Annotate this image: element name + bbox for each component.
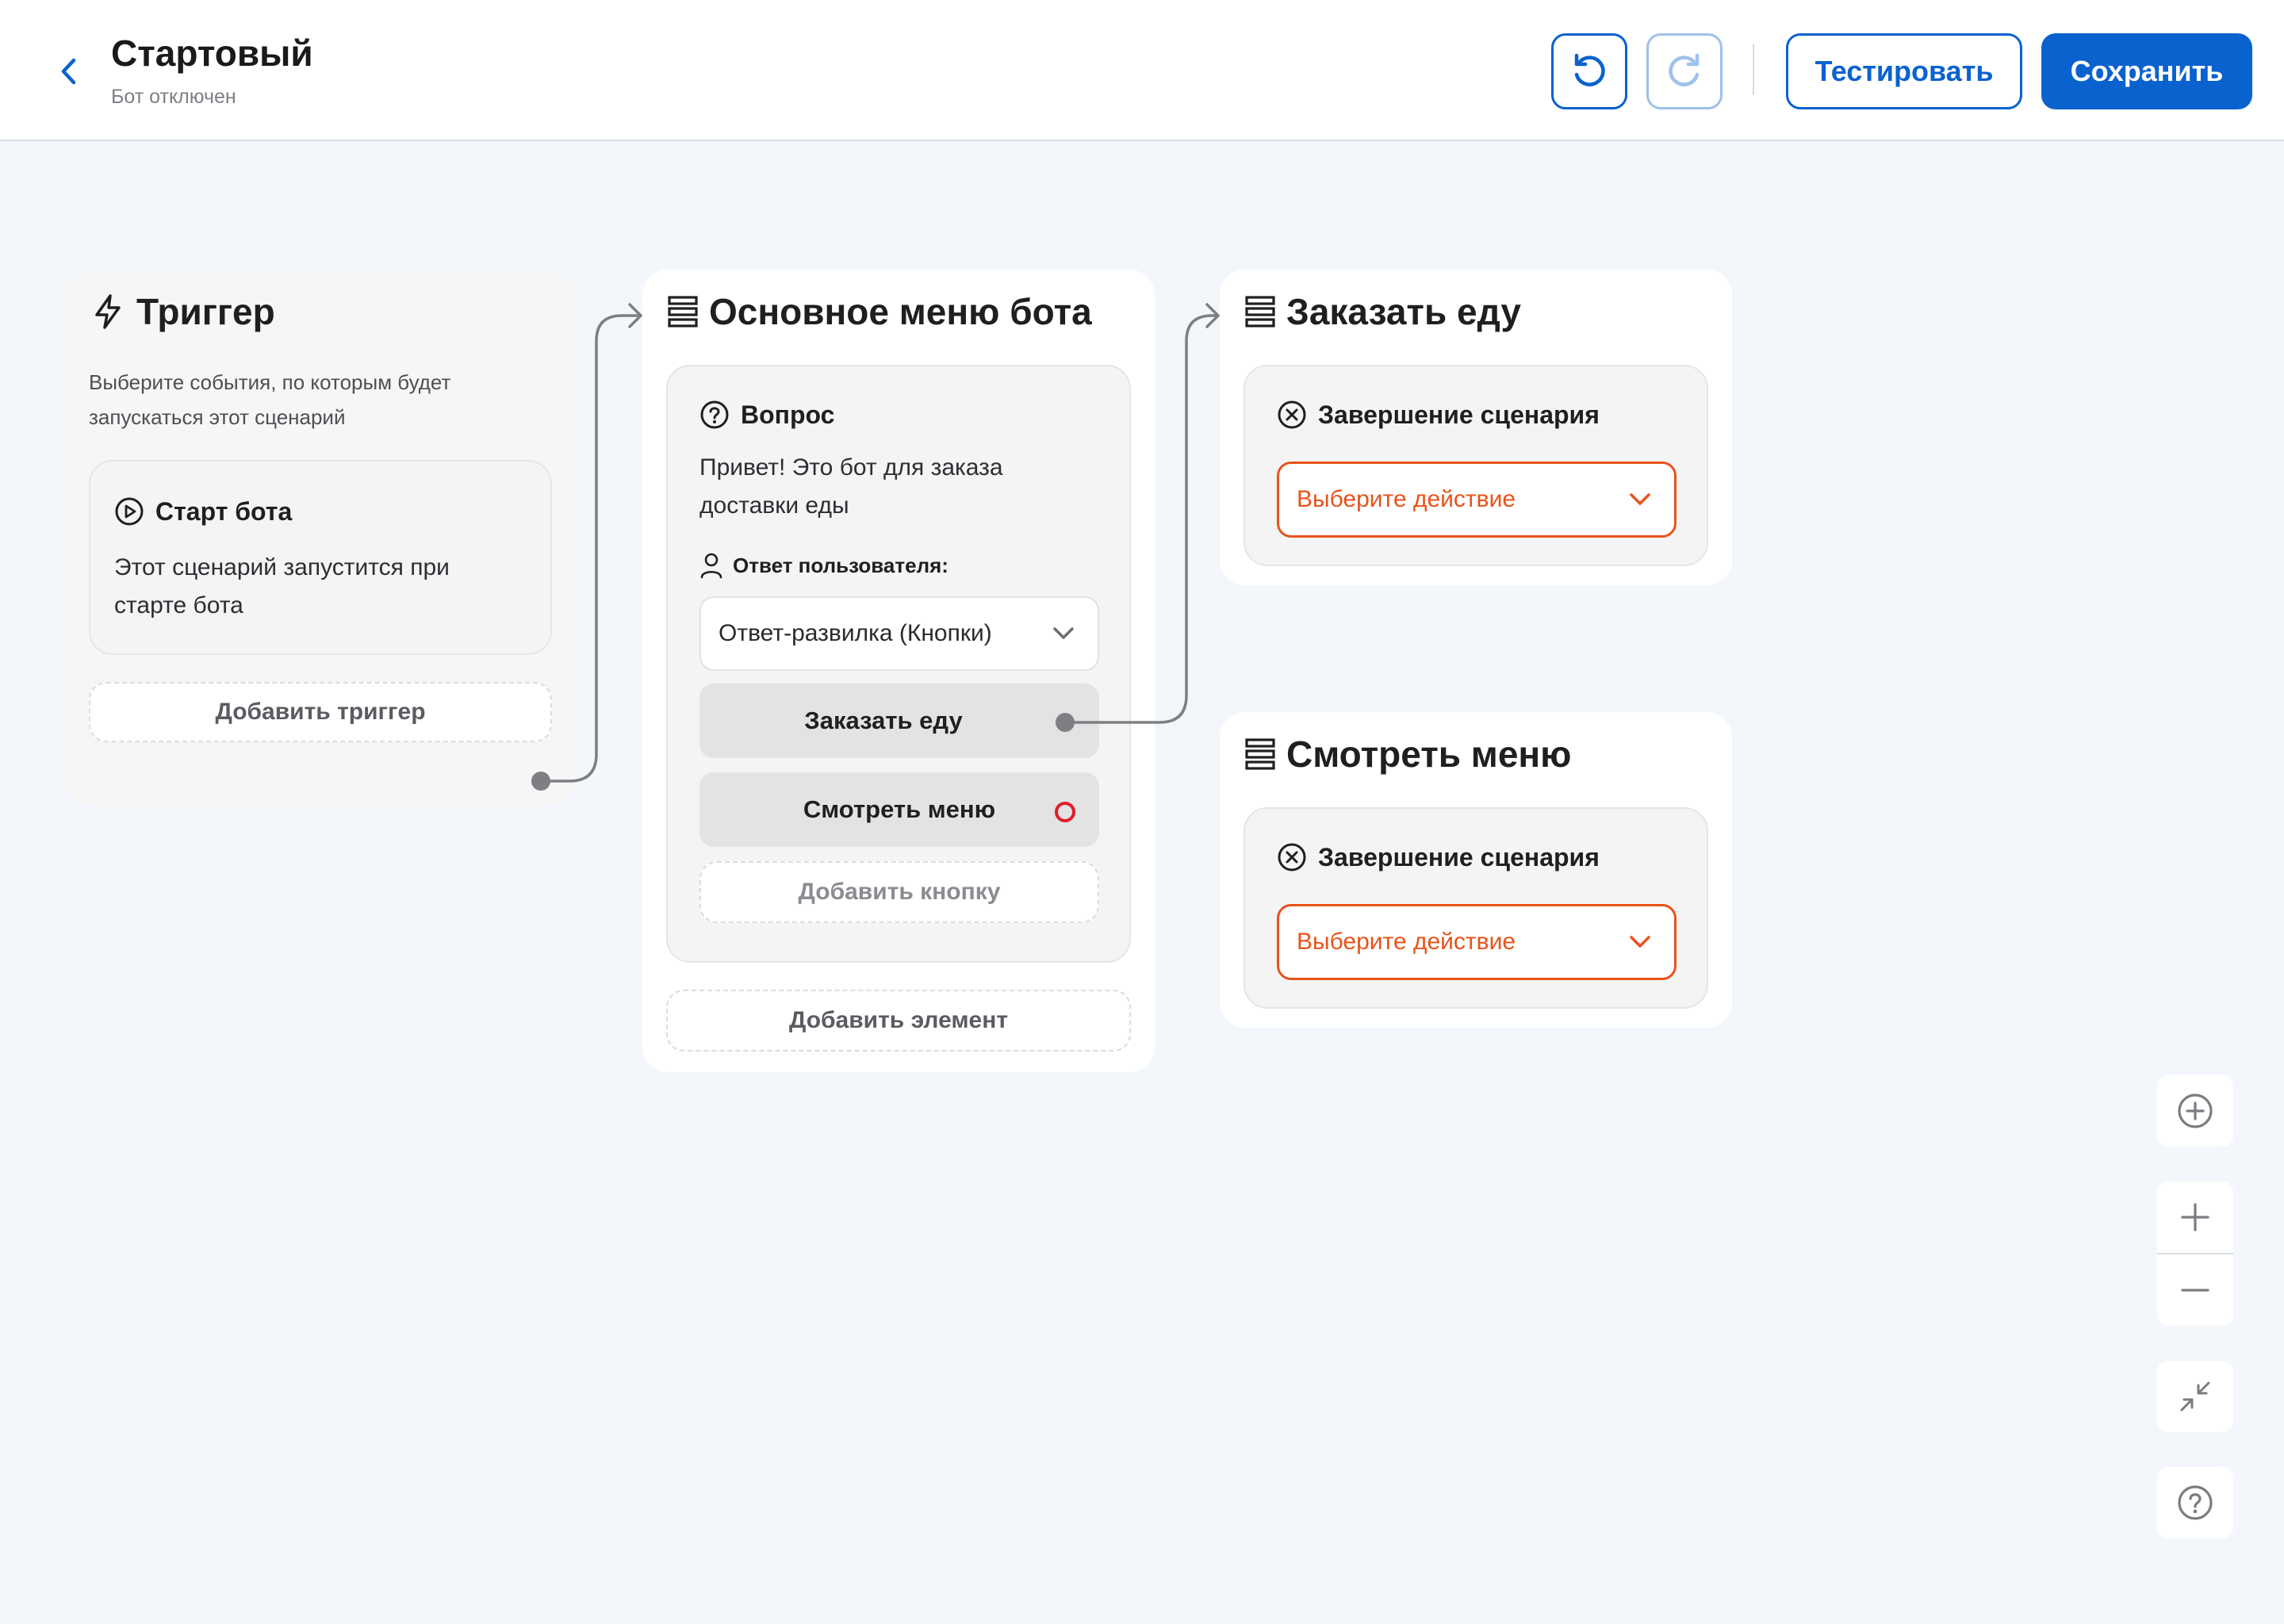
user-icon	[700, 553, 722, 579]
order-food-end-block[interactable]: Завершение сценария Выберите действие	[1244, 365, 1708, 566]
order-food-end-title: Завершение сценария	[1277, 400, 1600, 430]
zoom-panel	[2157, 1182, 2233, 1326]
toolbar-divider	[1753, 44, 1754, 95]
answer-label-text: Ответ пользователя:	[733, 553, 948, 577]
list-icon	[1245, 738, 1275, 770]
order-food-end-title-text: Завершение сценария	[1318, 400, 1600, 429]
view-menu-card-title: Смотреть меню	[1245, 733, 1571, 776]
list-icon	[668, 296, 698, 327]
save-button[interactable]: Сохранить	[2041, 33, 2252, 109]
add-element-button[interactable]: Добавить элемент	[666, 990, 1131, 1051]
answer-label-row: Ответ пользователя:	[699, 552, 948, 579]
main-menu-title-text: Основное меню бота	[709, 291, 1092, 332]
question-block[interactable]: Вопрос Привет! Это бот для заказа достав…	[666, 365, 1131, 963]
trigger-description: Выберите события, по которым будет запус…	[89, 370, 451, 429]
order-food-action-select[interactable]: Выберите действие	[1277, 462, 1677, 538]
help-panel	[2157, 1467, 2233, 1538]
fit-panel	[2157, 1361, 2233, 1432]
trigger-event-block[interactable]: Старт бота Этот сценарий запустится при …	[89, 460, 552, 655]
trigger-card[interactable]: Триггер Выберите события, по которым буд…	[65, 270, 574, 806]
list-icon	[1245, 296, 1275, 327]
order-food-action-placeholder: Выберите действие	[1297, 486, 1516, 512]
order-food-card[interactable]: Заказать еду Завершение сценария Выберит…	[1220, 270, 1732, 585]
view-menu-card[interactable]: Смотреть меню Завершение сценария Выбери…	[1220, 712, 1732, 1028]
view-menu-end-title: Завершение сценария	[1277, 842, 1600, 872]
undo-icon	[1574, 53, 1605, 86]
add-trigger-button[interactable]: Добавить триггер	[89, 682, 552, 742]
view-menu-title-text: Смотреть меню	[1286, 733, 1572, 775]
plus-circle-icon	[2178, 1094, 2213, 1128]
trigger-title-text: Триггер	[136, 291, 275, 332]
question-text: Привет! Это бот для заказа доставки еды	[699, 454, 1003, 519]
redo-icon	[1669, 53, 1700, 86]
add-node-panel	[2157, 1075, 2233, 1147]
test-button[interactable]: Тестировать	[1786, 33, 2022, 109]
trigger-event-description: Этот сценарий запустится при старте бота	[114, 554, 450, 619]
chevron-down-icon	[1630, 493, 1650, 505]
connector-arrowhead	[628, 303, 642, 328]
view-menu-end-block[interactable]: Завершение сценария Выберите действие	[1244, 807, 1708, 1009]
answer-type-select[interactable]: Ответ-развилка (Кнопки)	[699, 596, 1099, 671]
chevron-left-icon	[61, 58, 76, 85]
order-food-card-title: Заказать еду	[1245, 290, 1521, 333]
help-button[interactable]	[2157, 1467, 2233, 1538]
chevron-down-icon	[1630, 936, 1650, 948]
view-menu-action-select[interactable]: Выберите действие	[1277, 904, 1677, 980]
fit-view-button[interactable]	[2157, 1361, 2233, 1432]
view-menu-action-placeholder: Выберите действие	[1297, 929, 1516, 955]
view-menu-end-title-text: Завершение сценария	[1318, 842, 1600, 871]
help-icon	[2178, 1485, 2213, 1520]
collapse-icon	[2180, 1381, 2210, 1411]
option-button-label: Смотреть меню	[803, 795, 996, 823]
question-title: Вопрос	[699, 400, 834, 430]
play-circle-icon	[115, 497, 144, 526]
chevron-down-icon	[1053, 627, 1074, 639]
bot-status: Бот отключен	[111, 86, 236, 108]
trigger-card-title: Триггер	[90, 290, 275, 333]
plus-icon	[2181, 1203, 2209, 1231]
top-bar: Стартовый Бот отключен Тестировать Сохра…	[0, 0, 2284, 141]
main-menu-card-title: Основное меню бота	[668, 290, 1092, 333]
option-button-order-food[interactable]: Заказать еду	[699, 684, 1099, 758]
main-menu-card[interactable]: Основное меню бота Вопрос Привет! Это бо…	[642, 270, 1155, 1072]
option-button-view-menu[interactable]: Смотреть меню	[699, 772, 1099, 847]
add-button-button[interactable]: Добавить кнопку	[699, 861, 1099, 923]
zoom-out-button[interactable]	[2157, 1254, 2233, 1326]
question-title-text: Вопрос	[741, 400, 835, 429]
page-title: Стартовый	[111, 33, 313, 74]
zoom-in-button[interactable]	[2157, 1182, 2233, 1253]
close-circle-icon	[1278, 843, 1306, 871]
redo-button[interactable]	[1646, 33, 1723, 109]
add-node-button[interactable]	[2157, 1075, 2233, 1147]
trigger-event-title: Старт бота	[114, 496, 292, 527]
trigger-event-title-text: Старт бота	[155, 496, 293, 526]
close-circle-icon	[1278, 400, 1306, 429]
question-circle-icon	[700, 400, 729, 429]
order-food-title-text: Заказать еду	[1286, 291, 1521, 332]
back-button[interactable]	[51, 51, 86, 92]
undo-button[interactable]	[1551, 33, 1627, 109]
minus-icon	[2181, 1289, 2209, 1292]
option-button-label: Заказать еду	[804, 707, 963, 734]
answer-type-value: Ответ-развилка (Кнопки)	[719, 620, 992, 646]
connector-arrowhead	[1205, 303, 1220, 328]
lightning-icon	[95, 294, 121, 329]
